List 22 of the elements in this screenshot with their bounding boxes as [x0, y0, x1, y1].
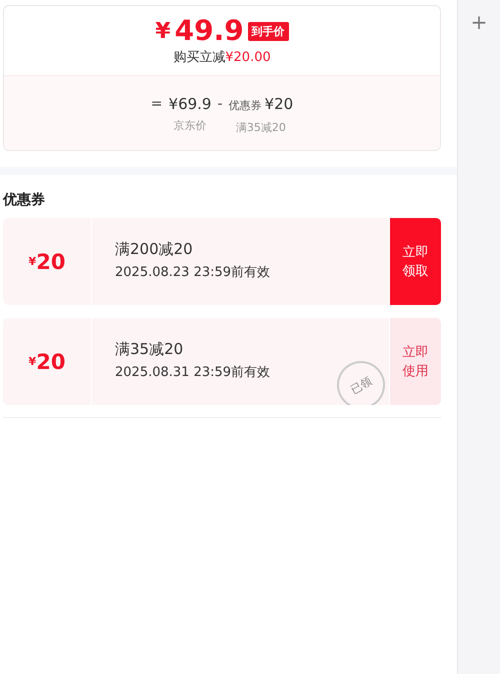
currency-symbol: ¥	[155, 18, 171, 44]
coupon-validity: 2025.08.23 23:59前有效	[115, 264, 270, 281]
coupon-rule: 满35减20	[115, 340, 184, 359]
saving-label: 购买立减	[173, 50, 226, 65]
coupon-action-button[interactable]: 立即使用	[390, 318, 441, 405]
price-prefix: 优惠券	[228, 98, 262, 114]
saving-amount: ¥20.00	[225, 50, 271, 65]
price-caption: 满35减20	[236, 120, 286, 135]
final-price-badge: 到手价	[248, 22, 289, 40]
add-button[interactable]: +	[466, 10, 492, 34]
price-amount: ¥69.9	[168, 94, 212, 114]
operator: -	[217, 95, 223, 114]
coupon-value: ¥20	[3, 318, 91, 405]
coupon-action-button[interactable]: 立即领取	[390, 218, 441, 305]
price-amount: ¥20	[264, 94, 294, 114]
price-caption: 京东价	[174, 118, 206, 133]
coupon-rule: 满200减20	[115, 240, 193, 259]
section-title: 优惠券	[3, 191, 46, 209]
final-price: 49.9	[174, 15, 244, 47]
coupon-value: ¥20	[3, 218, 91, 305]
coupon-validity: 2025.08.31 23:59前有效	[115, 364, 270, 381]
operator: =	[150, 95, 163, 114]
